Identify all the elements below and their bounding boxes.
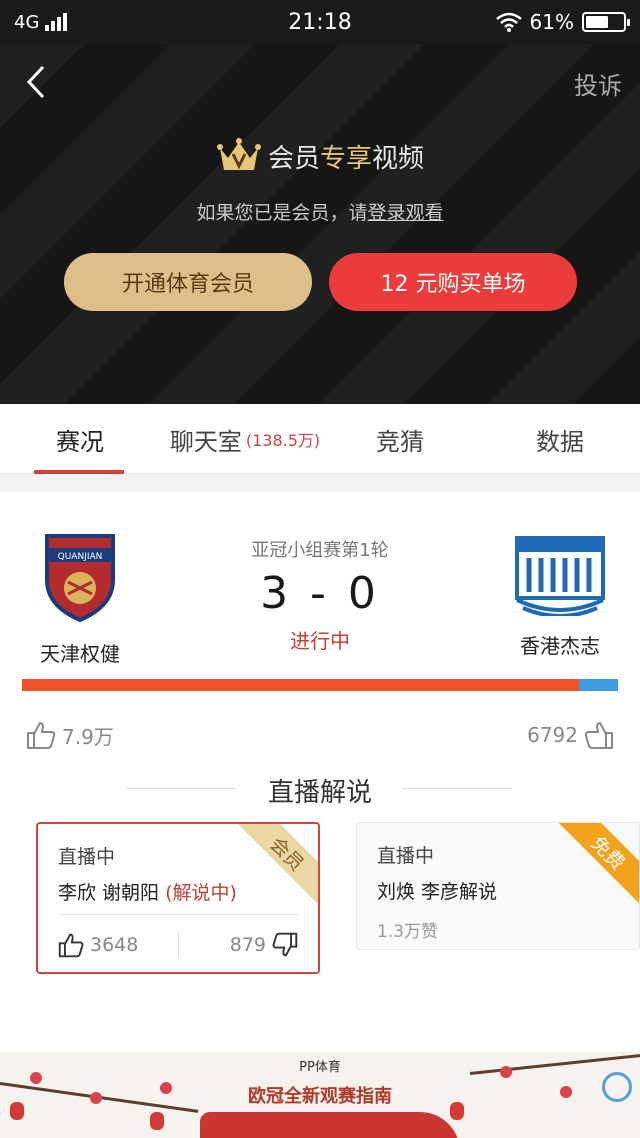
network-type: 4G xyxy=(14,11,40,33)
vip-crown-icon xyxy=(216,138,261,170)
tab-bar: 赛况 聊天室 (138.5万) 竞猜 数据 xyxy=(0,404,640,474)
divider-right xyxy=(402,788,512,789)
member-badge: 会员 xyxy=(234,824,318,907)
tab-label: 竞猜 xyxy=(376,427,424,456)
chat-count: (138.5万) xyxy=(245,431,321,450)
commentary-card-member[interactable]: 会员 直播中 李欣 谢朝阳 (解说中) 3648 879 xyxy=(36,822,320,974)
banner-brand: PP体育 xyxy=(299,1060,341,1075)
support-bar xyxy=(22,679,618,691)
away-support-fill xyxy=(579,679,618,691)
match-score: 3 - 0 xyxy=(260,568,380,619)
commentary-card-free[interactable]: 免费 直播中 刘焕 李彦解说 1.3万赞 xyxy=(356,822,640,950)
away-team-name: 香港杰志 xyxy=(520,634,600,658)
commentator-list: 李欣 谢朝阳 xyxy=(58,882,160,904)
card-status: 直播中 xyxy=(377,845,435,867)
score-board: 亚冠小组赛第1轮 3 - 0 进行中 xyxy=(200,536,440,654)
battery-level xyxy=(586,16,608,28)
card-divider xyxy=(58,914,298,915)
open-membership-button[interactable]: 开通体育会员 xyxy=(64,253,312,311)
tab-label: 数据 xyxy=(536,427,584,456)
card-dislike-count: 879 xyxy=(229,934,266,956)
thumbs-up-icon xyxy=(584,721,613,749)
wifi-icon xyxy=(495,12,522,32)
home-like-count: 7.9万 xyxy=(62,724,114,749)
vip-subtitle: 如果您已是会员，请登录观看 xyxy=(0,198,640,225)
status-bar: 4G 21:18 61% xyxy=(0,0,640,44)
vip-subtitle-text: 如果您已是会员，请 xyxy=(196,202,368,224)
battery-percent: 61% xyxy=(529,10,574,34)
tab-match-status[interactable]: 赛况 xyxy=(20,404,140,474)
card-like-button[interactable]: 3648 xyxy=(58,932,138,958)
tab-chat-room[interactable]: 聊天室 (138.5万) xyxy=(150,404,340,474)
match-stage: 亚冠小组赛第1轮 xyxy=(251,540,389,561)
back-button[interactable] xyxy=(16,62,56,102)
home-team-crest-icon: QUANJIAN xyxy=(45,534,115,623)
card-separator xyxy=(178,932,179,958)
battery-icon xyxy=(582,12,630,32)
home-like-button[interactable]: 7.9万 xyxy=(26,720,114,750)
away-team[interactable]: 香港杰志 xyxy=(490,532,630,659)
vip-title-row: 会员专享视频 xyxy=(0,136,640,176)
match-panel: QUANJIAN 天津权健 亚冠小组赛第1轮 3 - 0 进行中 香港杰志 7.… xyxy=(0,492,640,1052)
match-status: 进行中 xyxy=(290,629,350,653)
away-like-count: 6792 xyxy=(527,723,578,747)
watermark-logo xyxy=(602,1072,632,1102)
thumbs-up-icon xyxy=(58,933,84,958)
tab-guess[interactable]: 竞猜 xyxy=(340,404,460,474)
commentating-note: (解说中) xyxy=(165,882,237,904)
free-badge: 免费 xyxy=(555,823,639,906)
card-like-count: 3648 xyxy=(90,934,139,956)
away-like-button[interactable]: 6792 xyxy=(527,720,614,750)
card-dislike-button[interactable]: 879 xyxy=(230,932,298,958)
home-support-fill xyxy=(22,679,580,691)
login-link[interactable]: 登录观看 xyxy=(368,202,444,224)
vip-title-highlight: 专享 xyxy=(319,143,372,174)
vip-title-prefix: 会员 xyxy=(267,143,320,174)
crest-text: QUANJIAN xyxy=(58,552,103,562)
vip-title-suffix: 视频 xyxy=(372,143,425,174)
commentator-names: 刘焕 李彦解说 xyxy=(377,881,498,903)
report-button[interactable]: 投诉 xyxy=(574,66,622,101)
lantern-decoration xyxy=(150,1112,164,1130)
promo-banner[interactable]: PP体育 欧冠全新观赛指南 xyxy=(0,1052,640,1138)
tab-label: 聊天室 xyxy=(169,427,242,456)
tab-label: 赛况 xyxy=(56,427,104,456)
tab-stats[interactable]: 数据 xyxy=(500,404,620,474)
buy-single-match-button[interactable]: 12 元购买单场 xyxy=(329,253,577,311)
network-indicator: 4G xyxy=(14,11,68,33)
calligraphy-decoration xyxy=(200,1112,460,1138)
video-paywall: 投诉 会员专享视频 如果您已是会员，请登录观看 开通体育会员 12 元购买单场 xyxy=(0,44,640,404)
banner-title: 欧冠全新观赛指南 xyxy=(248,1086,392,1107)
home-team-name: 天津权健 xyxy=(40,642,120,666)
chevron-left-icon xyxy=(26,65,45,99)
thumbs-down-icon xyxy=(272,932,298,957)
card-status: 直播中 xyxy=(58,846,116,868)
section-gap xyxy=(0,474,640,492)
vip-title: 会员专享视频 xyxy=(268,138,424,175)
card-like-count: 1.3万赞 xyxy=(377,922,439,942)
away-team-crest-icon xyxy=(515,536,605,618)
signal-icon xyxy=(45,13,68,31)
home-team[interactable]: QUANJIAN 天津权健 xyxy=(10,532,150,667)
commentator-names: 李欣 谢朝阳 (解说中) xyxy=(58,878,237,905)
thumbs-up-icon xyxy=(27,721,56,749)
watermark-circle-icon xyxy=(602,1072,632,1102)
commentary-section-title: 直播解说 xyxy=(267,778,372,808)
